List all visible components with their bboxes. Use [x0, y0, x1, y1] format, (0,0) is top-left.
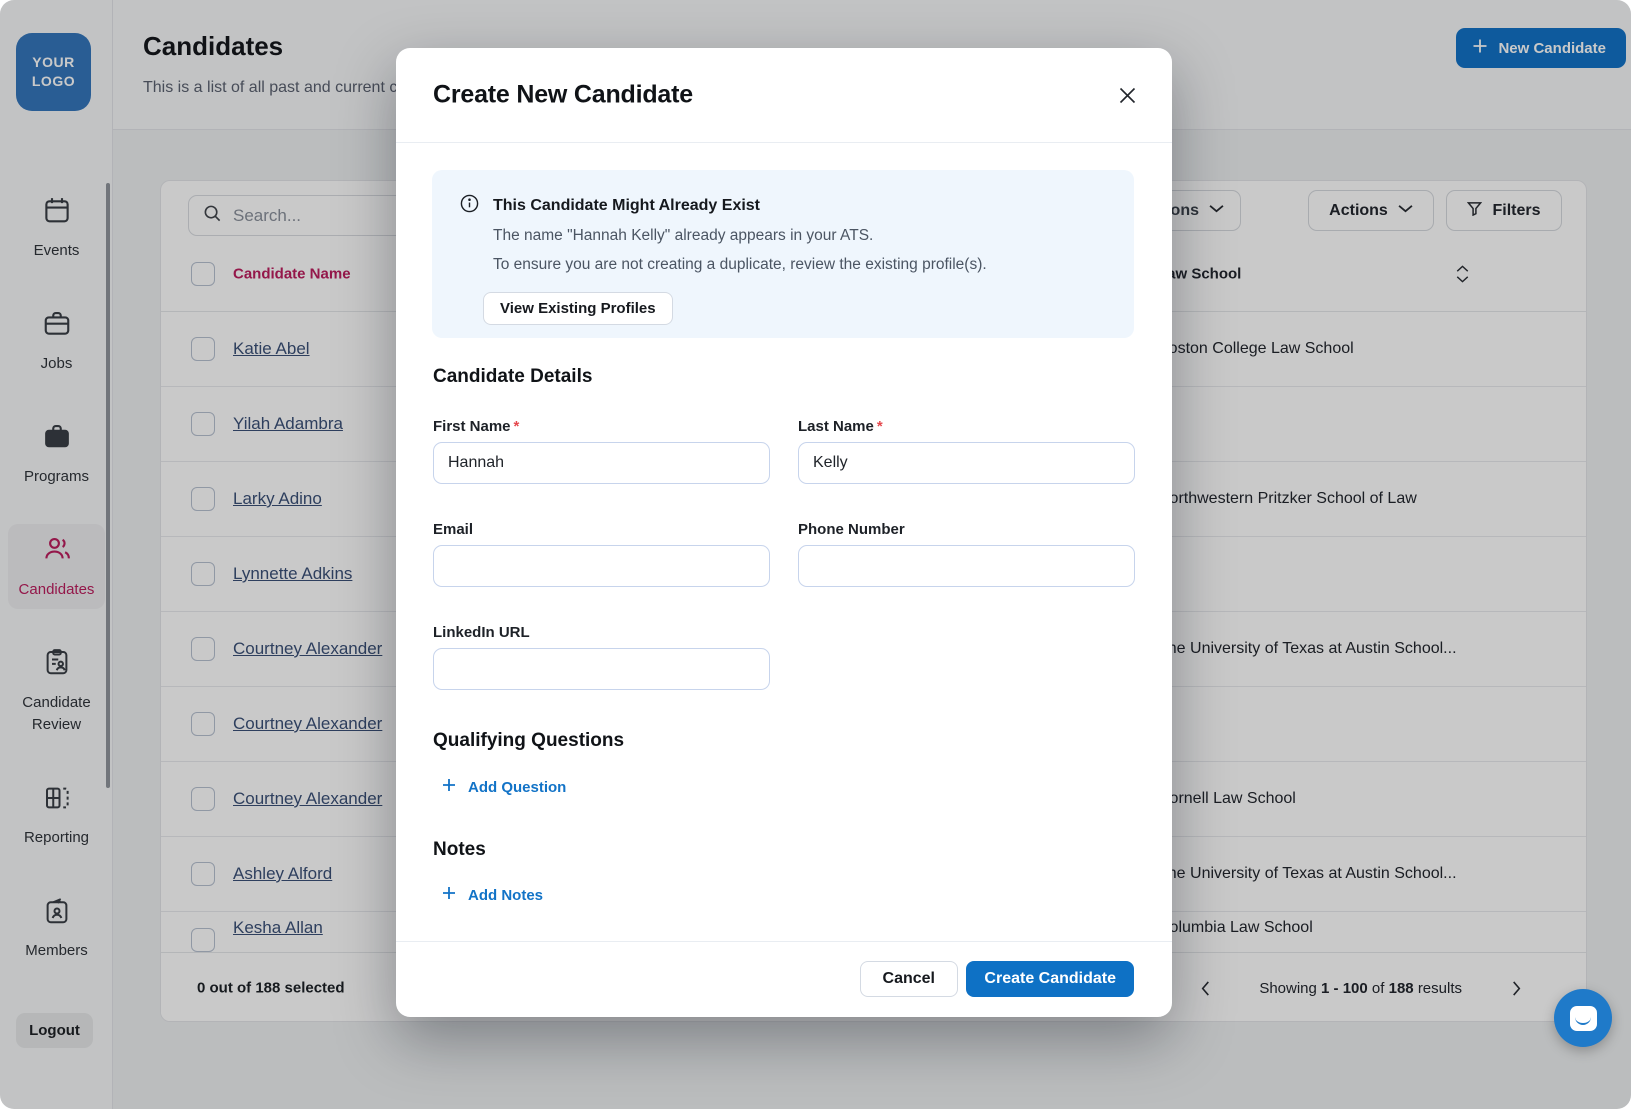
plus-icon — [442, 778, 456, 796]
candidate-details-heading: Candidate Details — [433, 366, 592, 388]
warning-line-1: The name "Hannah Kelly" already appears … — [493, 226, 1106, 247]
add-notes-link[interactable]: Add Notes — [442, 886, 543, 904]
first-name-field: First Name* — [433, 418, 770, 484]
last-name-label: Last Name* — [798, 418, 1135, 435]
last-name-field: Last Name* — [798, 418, 1135, 484]
modal-footer: Cancel Create Candidate — [396, 941, 1172, 1017]
plus-icon — [442, 886, 456, 904]
app-window: YOUR LOGO Events Jobs Programs Candidate… — [0, 0, 1631, 1109]
chat-icon — [1570, 1006, 1597, 1031]
duplicate-warning-banner: This Candidate Might Already Exist The n… — [432, 170, 1134, 338]
email-input[interactable] — [433, 545, 770, 587]
notes-heading: Notes — [433, 839, 486, 861]
phone-label: Phone Number — [798, 521, 1135, 538]
warning-title: This Candidate Might Already Exist — [493, 197, 760, 215]
info-icon — [460, 194, 479, 218]
modal-header: Create New Candidate — [396, 48, 1172, 143]
email-label: Email — [433, 521, 770, 538]
linkedin-label: LinkedIn URL — [433, 624, 770, 641]
required-asterisk: * — [514, 418, 520, 435]
create-candidate-button[interactable]: Create Candidate — [966, 961, 1134, 997]
close-icon[interactable] — [1110, 78, 1144, 112]
add-question-link[interactable]: Add Question — [442, 778, 566, 796]
modal-title: Create New Candidate — [433, 81, 693, 110]
linkedin-field: LinkedIn URL — [433, 624, 770, 690]
chat-launcher-button[interactable] — [1554, 989, 1612, 1047]
last-name-input[interactable] — [798, 442, 1135, 484]
add-question-label: Add Question — [468, 779, 566, 796]
add-notes-label: Add Notes — [468, 887, 543, 904]
view-existing-profiles-button[interactable]: View Existing Profiles — [483, 292, 673, 325]
create-candidate-modal: Create New Candidate This Candidate Migh… — [396, 48, 1172, 1017]
email-field: Email — [433, 521, 770, 587]
linkedin-input[interactable] — [433, 648, 770, 690]
warning-line-2: To ensure you are not creating a duplica… — [493, 255, 1106, 276]
cancel-button[interactable]: Cancel — [860, 961, 958, 997]
first-name-input[interactable] — [433, 442, 770, 484]
first-name-label: First Name* — [433, 418, 770, 435]
qualifying-questions-heading: Qualifying Questions — [433, 730, 624, 752]
phone-input[interactable] — [798, 545, 1135, 587]
phone-field: Phone Number — [798, 521, 1135, 587]
required-asterisk: * — [877, 418, 883, 435]
